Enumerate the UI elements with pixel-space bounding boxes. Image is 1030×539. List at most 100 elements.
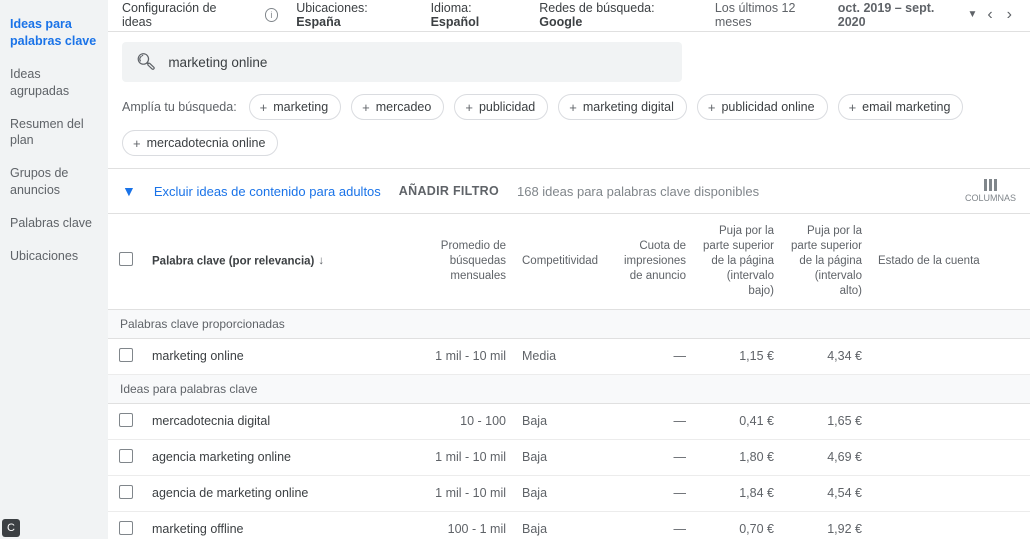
col-keyword[interactable]: Palabra clave (por relevancia)↓ [144,214,404,309]
cell-avg: 10 - 100 [404,403,514,439]
corner-badge[interactable]: C [2,519,20,537]
broaden-chip[interactable]: +email marketing [838,94,964,120]
cell-share: — [606,475,694,511]
plus-icon: + [260,101,268,114]
cell-competition: Baja [514,403,606,439]
sidebar-item-locations[interactable]: Ubicaciones [0,240,108,273]
cell-keyword: agencia de marketing online [144,475,404,511]
col-bid-high[interactable]: Puja por la parte superior de la página … [782,214,870,309]
cell-bid-low: 1,15 € [694,338,782,374]
table-row: agencia de marketing online1 mil - 10 mi… [108,475,1030,511]
cell-competition: Baja [514,475,606,511]
main-content: Configuración de ideas i Ubicaciones: Es… [108,0,1030,539]
broaden-chip[interactable]: +mercadeo [351,94,444,120]
col-bid-low[interactable]: Puja por la parte superior de la página … [694,214,782,309]
cell-account [870,475,1030,511]
plus-icon: + [708,101,716,114]
broaden-chip[interactable]: +mercadotecnia online [122,130,278,156]
filter-row: ▼ Excluir ideas de contenido para adulto… [108,168,1030,214]
col-account-status[interactable]: Estado de la cuenta [870,214,1030,309]
table-row: agencia marketing online1 mil - 10 milBa… [108,439,1030,475]
cell-keyword: mercadotecnia digital [144,403,404,439]
search-query: marketing online [168,55,267,70]
search-icon: 🔍︎ [136,52,156,72]
exclude-adult-link[interactable]: Excluir ideas de contenido para adultos [154,184,381,199]
prev-period-button[interactable]: ‹ [983,6,996,24]
plus-icon: + [849,101,857,114]
plus-icon: + [362,101,370,114]
table-row: marketing offline100 - 1 milBaja—0,70 €1… [108,511,1030,539]
broaden-chip[interactable]: +marketing [249,94,341,120]
columns-icon [984,179,997,191]
col-competition[interactable]: Competitividad [514,214,606,309]
cell-account [870,511,1030,539]
cell-share: — [606,511,694,539]
cell-share: — [606,403,694,439]
broaden-row: Amplía tu búsqueda: +marketing+mercadeo+… [108,88,1030,168]
table-row: mercadotecnia digital10 - 100Baja—0,41 €… [108,403,1030,439]
daterange-value[interactable]: oct. 2019 – sept. 2020 [838,1,962,29]
cell-competition: Media [514,338,606,374]
plus-icon: + [569,101,577,114]
sidebar: Ideas para palabras clave Ideas agrupada… [0,0,108,539]
sidebar-item-ad-groups[interactable]: Grupos de anuncios [0,157,108,207]
broaden-chip[interactable]: +publicidad [454,94,548,120]
plus-icon: + [465,101,473,114]
row-checkbox[interactable] [119,449,133,463]
cell-bid-high: 4,54 € [782,475,870,511]
cell-competition: Baja [514,511,606,539]
row-checkbox[interactable] [119,485,133,499]
select-all-checkbox[interactable] [119,252,133,266]
next-period-button[interactable]: › [1003,6,1016,24]
columns-button[interactable]: COLUMNAS [965,179,1016,203]
cell-share: — [606,338,694,374]
cell-bid-low: 0,70 € [694,511,782,539]
broaden-label: Amplía tu búsqueda: [122,100,237,114]
search-input[interactable]: 🔍︎ marketing online [122,42,682,82]
sidebar-item-keywords[interactable]: Palabras clave [0,207,108,240]
filter-icon[interactable]: ▼ [122,183,136,199]
networks-group[interactable]: Redes de búsqueda: Google [539,1,697,29]
row-checkbox[interactable] [119,521,133,535]
cell-avg: 1 mil - 10 mil [404,338,514,374]
row-checkbox[interactable] [119,348,133,362]
section-header: Palabras clave proporcionadas [108,309,1030,338]
config-label: Configuración de ideas [122,1,247,29]
sidebar-item-grouped-ideas[interactable]: Ideas agrupadas [0,58,108,108]
add-filter-button[interactable]: AÑADIR FILTRO [399,184,499,198]
sort-arrow-icon: ↓ [318,255,324,267]
cell-bid-high: 4,34 € [782,338,870,374]
locations-group[interactable]: Ubicaciones: España [296,1,412,29]
col-impression-share[interactable]: Cuota de impresiones de anuncio [606,214,694,309]
dropdown-icon[interactable]: ▼ [967,9,977,20]
cell-account [870,403,1030,439]
ideas-count: 168 ideas para palabras clave disponible… [517,184,759,199]
language-group[interactable]: Idioma: Español [431,1,522,29]
keyword-table: Palabra clave (por relevancia)↓ Promedio… [108,214,1030,539]
topbar: Configuración de ideas i Ubicaciones: Es… [108,0,1030,32]
cell-keyword: marketing offline [144,511,404,539]
cell-bid-high: 1,92 € [782,511,870,539]
cell-bid-high: 1,65 € [782,403,870,439]
info-icon[interactable]: i [265,8,279,22]
row-checkbox[interactable] [119,413,133,427]
searchbar-wrap: 🔍︎ marketing online [108,32,1030,88]
col-avg-searches[interactable]: Promedio de búsquedas mensuales [404,214,514,309]
section-header: Ideas para palabras clave [108,374,1030,403]
cell-bid-high: 4,69 € [782,439,870,475]
cell-avg: 100 - 1 mil [404,511,514,539]
cell-avg: 1 mil - 10 mil [404,439,514,475]
sidebar-item-plan-overview[interactable]: Resumen del plan [0,108,108,158]
cell-avg: 1 mil - 10 mil [404,475,514,511]
cell-keyword: marketing online [144,338,404,374]
cell-bid-low: 0,41 € [694,403,782,439]
broaden-chip[interactable]: +marketing digital [558,94,687,120]
cell-account [870,439,1030,475]
plus-icon: + [133,137,141,150]
sidebar-item-keyword-ideas[interactable]: Ideas para palabras clave [0,8,108,58]
cell-share: — [606,439,694,475]
cell-competition: Baja [514,439,606,475]
broaden-chip[interactable]: +publicidad online [697,94,828,120]
cell-bid-low: 1,84 € [694,475,782,511]
cell-keyword: agencia marketing online [144,439,404,475]
